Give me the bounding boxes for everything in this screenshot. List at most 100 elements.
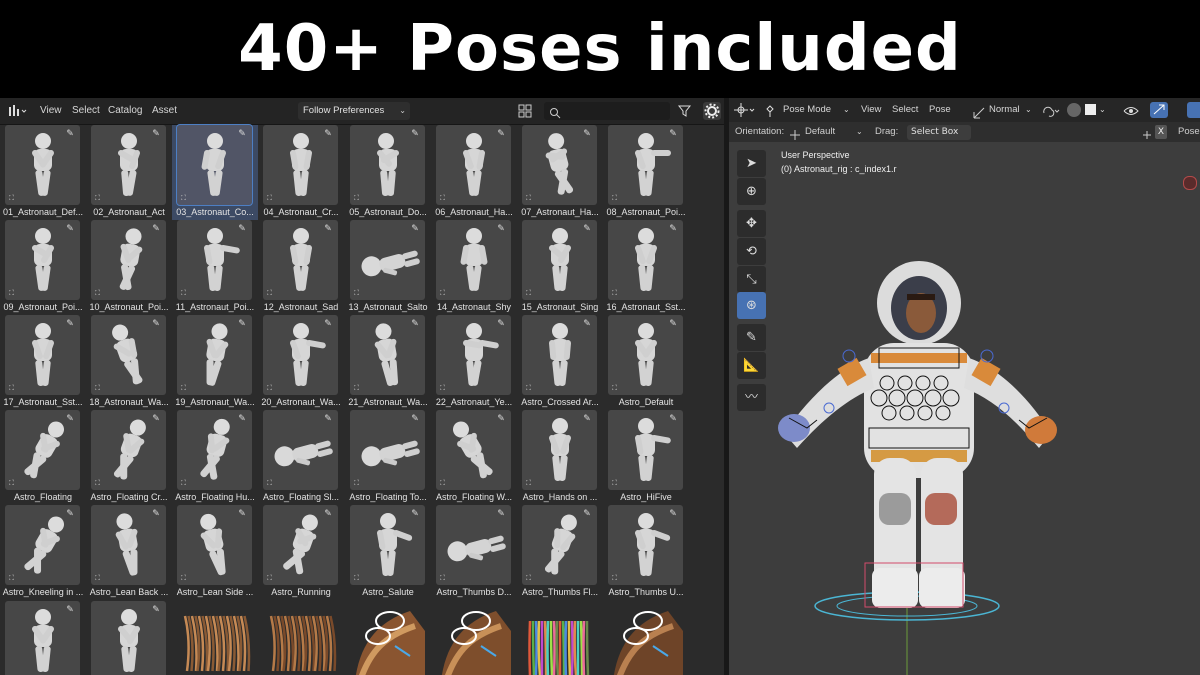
asset-tile[interactable] [345,601,431,675]
asset-tile[interactable]: ✎ ⛶ 11_Astronaut_Poi... [172,220,258,315]
asset-tile[interactable]: ✎ ⛶ 06_Astronaut_Ha... [431,125,517,220]
edit-icon[interactable]: ✎ [581,128,593,140]
filter-icon[interactable] [676,102,696,120]
edit-icon[interactable]: ✎ [322,413,334,425]
3d-viewport[interactable]: Pose Mode ⌄ View Select Pose Normal ⌄ ⌄ … [729,98,1200,675]
asset-tile[interactable]: ✎ ⛶ Astro_Thumbs U... [603,505,689,600]
edit-icon[interactable]: ✎ [236,223,248,235]
asset-tile[interactable]: ✎ ⛶ 04_Astronaut_Cr... [258,125,344,220]
asset-tile[interactable]: ✎ ⛶ 09_Astronaut_Poi... [0,220,86,315]
asset-tile[interactable]: ✎ ⛶ Astro_Thumbs Fl... [517,505,603,600]
edit-icon[interactable]: ✎ [409,128,421,140]
edit-icon[interactable]: ✎ [409,413,421,425]
edit-icon[interactable]: ✎ [322,508,334,520]
asset-tile[interactable]: ✎ ⛶ 12_Astronaut_Sad [258,220,344,315]
asset-tile[interactable]: ✎ ⛶ Astro_Floating [0,410,86,505]
edit-icon[interactable]: ✎ [64,508,76,520]
display-mode-icon[interactable] [516,102,540,120]
asset-tile[interactable]: ✎ ⛶ 13_Astronaut_Salto [345,220,431,315]
edit-icon[interactable]: ✎ [495,223,507,235]
asset-tile[interactable] [603,601,689,675]
edit-icon[interactable]: ✎ [495,128,507,140]
edit-icon[interactable]: ✎ [150,413,162,425]
menu-view[interactable]: View [40,98,62,124]
edit-icon[interactable]: ✎ [581,508,593,520]
edit-icon[interactable]: ✎ [64,413,76,425]
edit-icon[interactable]: ✎ [236,413,248,425]
search-input[interactable] [544,102,670,120]
menu-catalog[interactable]: Catalog [108,98,142,124]
edit-icon[interactable]: ✎ [581,318,593,330]
asset-tile[interactable]: ✎ ⛶ 07_Astronaut_Ha... [517,125,603,220]
edit-icon[interactable]: ✎ [409,223,421,235]
asset-tile[interactable] [258,601,344,675]
asset-tile[interactable]: ✎ ⛶ 15_Astronaut_Sing [517,220,603,315]
asset-tile[interactable]: ✎ ⛶ 17_Astronaut_Sst... [0,315,86,410]
edit-icon[interactable]: ✎ [667,223,679,235]
asset-tile[interactable]: ✎ ⛶ 19_Astronaut_Wa... [172,315,258,410]
asset-tile[interactable]: ✎ ⛶ Astro_Running [258,505,344,600]
edit-icon[interactable]: ✎ [409,508,421,520]
asset-tile[interactable]: ✎ ⛶ Astro_Floating Hu... [172,410,258,505]
asset-tile[interactable]: ✎ ⛶ 16_Astronaut_Sst... [603,220,689,315]
asset-tile[interactable]: ✎ ⛶ Astro_Lean Back ... [86,505,172,600]
edit-icon[interactable]: ✎ [236,508,248,520]
asset-tile[interactable]: ✎ ⛶ Astro_Salute [345,505,431,600]
library-dropdown[interactable]: Follow Preferences ⌄ [298,102,410,120]
asset-tile[interactable]: ✎ ⛶ 22_Astronaut_Ye... [431,315,517,410]
edit-icon[interactable]: ✎ [236,128,248,140]
asset-tile[interactable]: ✎ [0,601,86,675]
edit-icon[interactable]: ✎ [667,508,679,520]
edit-icon[interactable]: ✎ [322,318,334,330]
asset-tile[interactable]: ✎ ⛶ 05_Astronaut_Do... [345,125,431,220]
asset-tile[interactable]: ✎ ⛶ 14_Astronaut_Shy [431,220,517,315]
gear-icon[interactable] [703,102,721,120]
asset-tile[interactable]: ✎ ⛶ Astro_Floating W... [431,410,517,505]
asset-tile[interactable]: ✎ ⛶ 03_Astronaut_Co... [172,124,258,220]
asset-tile[interactable]: ✎ ⛶ Astro_Thumbs D... [431,505,517,600]
asset-tile[interactable]: ✎ ⛶ 10_Astronaut_Poi... [86,220,172,315]
asset-tile[interactable]: ✎ ⛶ Astro_Hands on ... [517,410,603,505]
asset-tile[interactable]: ✎ [86,601,172,675]
edit-icon[interactable]: ✎ [322,223,334,235]
asset-tile[interactable]: ✎ ⛶ 08_Astronaut_Poi... [603,125,689,220]
edit-icon[interactable]: ✎ [409,318,421,330]
asset-tile[interactable]: ✎ ⛶ Astro_Default [603,315,689,410]
asset-tile[interactable]: ✎ ⛶ Astro_Floating Cr... [86,410,172,505]
asset-tile[interactable] [431,601,517,675]
asset-tile[interactable]: ✎ ⛶ Astro_HiFive [603,410,689,505]
edit-icon[interactable]: ✎ [64,604,76,616]
astronaut-rig-model[interactable] [729,98,1200,675]
asset-tile[interactable]: ✎ ⛶ Astro_Floating To... [345,410,431,505]
edit-icon[interactable]: ✎ [322,128,334,140]
editor-type-icon[interactable] [6,102,28,120]
asset-tile[interactable]: ✎ ⛶ Astro_Lean Side ... [172,505,258,600]
edit-icon[interactable]: ✎ [236,318,248,330]
asset-tile[interactable]: ✎ ⛶ 21_Astronaut_Wa... [345,315,431,410]
asset-tile[interactable] [172,601,258,675]
menu-asset[interactable]: Asset [152,98,177,124]
edit-icon[interactable]: ✎ [64,128,76,140]
asset-tile[interactable]: ✎ ⛶ 18_Astronaut_Wa... [86,315,172,410]
asset-tile[interactable]: ✎ ⛶ 02_Astronaut_Act [86,125,172,220]
asset-tile[interactable] [517,601,603,675]
edit-icon[interactable]: ✎ [64,223,76,235]
asset-tile[interactable]: ✎ ⛶ 01_Astronaut_Def... [0,125,86,220]
edit-icon[interactable]: ✎ [667,128,679,140]
edit-icon[interactable]: ✎ [150,604,162,616]
asset-tile[interactable]: ✎ ⛶ Astro_Crossed Ar... [517,315,603,410]
edit-icon[interactable]: ✎ [495,413,507,425]
asset-tile[interactable]: ✎ ⛶ 20_Astronaut_Wa... [258,315,344,410]
edit-icon[interactable]: ✎ [667,318,679,330]
edit-icon[interactable]: ✎ [150,128,162,140]
edit-icon[interactable]: ✎ [495,508,507,520]
edit-icon[interactable]: ✎ [495,318,507,330]
menu-select[interactable]: Select [72,98,100,124]
edit-icon[interactable]: ✎ [64,318,76,330]
asset-tile[interactable]: ✎ ⛶ Astro_Floating Sl... [258,410,344,505]
edit-icon[interactable]: ✎ [581,413,593,425]
edit-icon[interactable]: ✎ [150,318,162,330]
edit-icon[interactable]: ✎ [150,508,162,520]
edit-icon[interactable]: ✎ [581,223,593,235]
edit-icon[interactable]: ✎ [667,413,679,425]
